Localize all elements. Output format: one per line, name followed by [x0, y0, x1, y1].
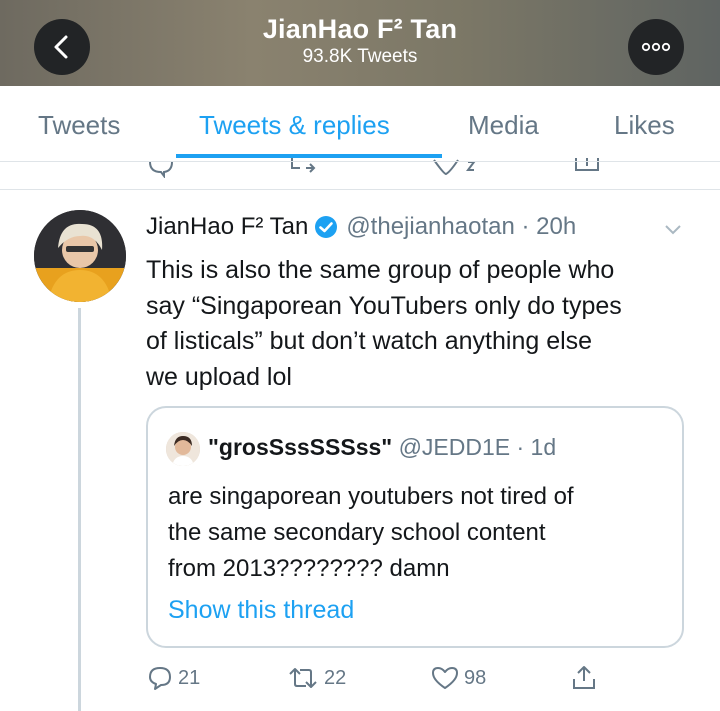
- reply-button[interactable]: 21: [146, 664, 200, 692]
- quoted-tweet-header: "grosSssSSSss" @JEDD1E · 1d: [208, 434, 556, 461]
- tab-tweets[interactable]: Tweets: [38, 110, 120, 141]
- tweet-author-avatar[interactable]: [34, 210, 126, 302]
- chevron-down-icon[interactable]: [664, 224, 682, 236]
- share-button[interactable]: [570, 664, 598, 692]
- retweet-icon: [289, 668, 317, 688]
- quoted-author-name: "grosSssSSSss": [208, 434, 393, 460]
- quoted-handle-time: @JEDD1E · 1d: [398, 434, 557, 460]
- verified-icon: [315, 216, 338, 238]
- tweet-handle-time[interactable]: @thejianhaotan · 20h: [346, 213, 576, 241]
- like-count: 98: [464, 666, 487, 689]
- show-thread-link[interactable]: Show this thread: [168, 596, 354, 625]
- retweet-count: 22: [324, 666, 347, 689]
- reply-icon: [149, 667, 171, 690]
- tweet-text: This is also the same group of people wh…: [146, 253, 706, 395]
- share-icon: [573, 666, 595, 689]
- verified-badge: [314, 215, 338, 239]
- quoted-text-line: the same secondary school content: [168, 519, 546, 546]
- avatar-photo: [34, 210, 126, 302]
- profile-tabs: Tweets Tweets & replies Media Likes: [0, 86, 720, 162]
- tweet-count: 93.8K Tweets: [302, 46, 418, 67]
- tweet-text-line: we upload lol: [146, 362, 292, 391]
- tweet-text-line: say “Singaporean YouTubers only do types: [146, 291, 622, 320]
- quoted-avatar-photo: [166, 432, 200, 466]
- reply-count: 21: [178, 666, 201, 689]
- tweet-text-line: of listicals” but don’t watch anything e…: [146, 327, 593, 355]
- profile-name-title: JianHao F² Tan: [262, 14, 458, 44]
- like-icon: [432, 667, 458, 689]
- retweet-button[interactable]: 22: [286, 664, 346, 692]
- quoted-author-avatar: [166, 432, 200, 466]
- thread-connector-line: [78, 308, 81, 711]
- quoted-tweet-text: are singaporean youtubers not tired of t…: [168, 479, 668, 587]
- more-button[interactable]: [628, 19, 684, 75]
- like-button[interactable]: 98: [430, 664, 486, 692]
- tweet-text-line: This is also the same group of people wh…: [146, 256, 615, 284]
- profile-header: JianHao F² Tan 93.8K Tweets: [0, 0, 720, 86]
- quoted-text-line: from 2013???????? damn: [168, 555, 450, 582]
- active-tab-indicator: [176, 154, 442, 158]
- tweet-header: JianHao F² Tan @thejianhaotan · 20h: [146, 213, 576, 241]
- tabs-divider: [0, 161, 720, 162]
- tweet-author-name[interactable]: JianHao F² Tan: [146, 213, 308, 241]
- tweet-divider: [0, 189, 720, 190]
- tab-likes[interactable]: Likes: [614, 110, 675, 141]
- more-icon: [641, 42, 671, 52]
- tab-tweets-replies[interactable]: Tweets & replies: [199, 110, 390, 141]
- tab-media[interactable]: Media: [468, 110, 539, 141]
- quoted-text-line: are singaporean youtubers not tired of: [168, 483, 574, 510]
